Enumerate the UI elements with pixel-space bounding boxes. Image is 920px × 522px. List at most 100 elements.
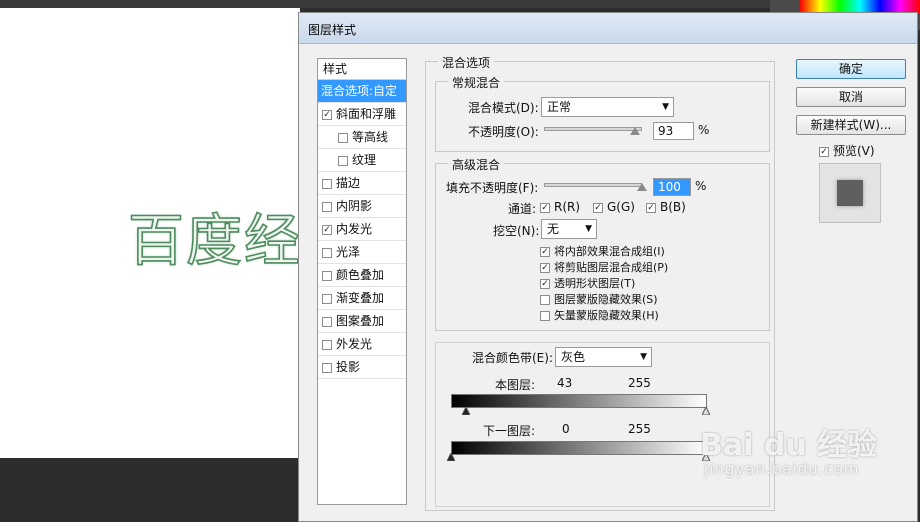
checkbox-icon[interactable] — [322, 201, 332, 212]
channel-r-checkbox[interactable]: ✓ R(R) — [540, 200, 580, 214]
styles-list: 样式 混合选项:自定 ✓ 斜面和浮雕等高线纹理描边内阴影 ✓ 内发光光泽颜色叠加 渐变叠加… — [317, 58, 407, 505]
opacity-slider-track[interactable] — [544, 127, 642, 131]
checkbox-icon[interactable] — [322, 178, 332, 189]
style-item-label: 投影 — [336, 360, 361, 374]
advanced-option-label: 透明形状图层(T) — [554, 277, 636, 290]
underlying-layer-low-value: 0 — [562, 422, 570, 436]
style-item[interactable]: 等高线 — [318, 126, 406, 149]
preview-swatch — [837, 180, 863, 206]
fill-opacity-slider-track[interactable] — [544, 183, 642, 187]
knockout-value: 无 — [547, 222, 560, 236]
baidu-watermark: Bai du 经验 jingyan.baidu.com — [700, 420, 878, 478]
chevron-down-icon: ▼ — [662, 102, 669, 112]
advanced-option-checkbox[interactable]: ✓ 透明形状图层(T) — [540, 275, 635, 291]
style-item-label: 内阴影 — [336, 199, 373, 213]
style-item[interactable]: ✓ 内发光 — [318, 218, 406, 241]
knockout-select[interactable]: 无 ▼ — [541, 219, 597, 239]
styles-header[interactable]: 样式 — [318, 59, 406, 80]
style-item[interactable]: 颜色叠加 — [318, 264, 406, 287]
blend-if-select[interactable]: 灰色 ▼ — [555, 347, 652, 367]
style-item[interactable]: 混合选项:自定 — [318, 80, 406, 103]
advanced-option-label: 将剪贴图层混合成组(P) — [554, 261, 669, 274]
check-icon: ✓ — [646, 202, 656, 213]
style-item-label: 等高线 — [352, 130, 389, 144]
watermark-brand: Bai du 经验 — [700, 428, 878, 463]
advanced-option-checkbox[interactable]: 矢量蒙版隐藏效果(H) — [540, 307, 659, 323]
new-style-button[interactable]: 新建样式(W)... — [796, 115, 906, 135]
this-layer-gradient — [451, 394, 707, 408]
channel-g-checkbox[interactable]: ✓ G(G) — [593, 200, 635, 214]
advanced-blending-group: 高级混合 填充不透明度(F): 100 % 通道: ✓ R(R) ✓ G(G) ✓ B… — [435, 156, 770, 331]
style-preview-thumbnail — [819, 163, 881, 223]
style-item-label: 内发光 — [336, 222, 373, 236]
channel-b-label: B(B) — [660, 200, 686, 214]
preview-checkbox[interactable]: ✓ 预览(V) — [819, 142, 875, 159]
opacity-label: 不透明度(O): — [468, 125, 539, 139]
general-blending-group: 常规混合 混合模式(D): 正常 ▼ 不透明度(O): 93 % — [435, 74, 770, 152]
advanced-option-label: 图层蒙版隐藏效果(S) — [554, 293, 658, 306]
advanced-option-checkbox[interactable]: ✓ 将内部效果混合成组(I) — [540, 243, 665, 259]
checkbox-icon — [540, 311, 550, 321]
advanced-option-checkbox[interactable]: 图层蒙版隐藏效果(S) — [540, 291, 658, 307]
check-icon[interactable]: ✓ — [322, 109, 332, 120]
blend-if-label: 混合颜色带(E): — [472, 351, 553, 365]
blend-if-value: 灰色 — [561, 350, 586, 364]
cancel-button[interactable]: 取消 — [796, 87, 906, 107]
opacity-input[interactable]: 93 — [653, 122, 694, 140]
watermark-url: jingyan.baidu.com — [704, 460, 860, 478]
check-icon: ✓ — [540, 247, 550, 257]
blending-options-title: 混合选项 — [438, 54, 495, 71]
style-item-label: 光泽 — [336, 245, 361, 259]
style-item[interactable]: 内阴影 — [318, 195, 406, 218]
ok-button[interactable]: 确定 — [796, 59, 906, 79]
channel-r-label: R(R) — [554, 200, 581, 214]
checkbox-icon[interactable] — [322, 247, 332, 258]
checkbox-icon[interactable] — [338, 132, 348, 143]
checkbox-icon[interactable] — [322, 339, 332, 350]
channel-b-checkbox[interactable]: ✓ B(B) — [646, 200, 686, 214]
check-icon: ✓ — [819, 146, 829, 157]
fill-opacity-input[interactable]: 100 — [653, 178, 691, 196]
fill-opacity-slider-handle[interactable] — [637, 183, 647, 191]
checkbox-icon — [540, 295, 550, 305]
checkbox-icon[interactable] — [322, 270, 332, 281]
opacity-slider-handle[interactable] — [630, 127, 641, 135]
checkbox-icon[interactable] — [338, 155, 348, 166]
preview-label: 预览(V) — [833, 144, 875, 158]
style-item[interactable]: 投影 — [318, 356, 406, 379]
style-item[interactable]: 纹理 — [318, 149, 406, 172]
underlying-layer-black-stop[interactable] — [447, 453, 455, 461]
checkbox-icon[interactable] — [322, 316, 332, 327]
dialog-title: 图层样式 — [308, 23, 357, 37]
advanced-option-checkbox[interactable]: ✓ 将剪贴图层混合成组(P) — [540, 259, 668, 275]
style-item[interactable]: 描边 — [318, 172, 406, 195]
advanced-blending-title: 高级混合 — [448, 156, 505, 173]
chevron-down-icon: ▼ — [585, 224, 592, 234]
style-item-label: 图案叠加 — [336, 314, 385, 328]
check-icon: ✓ — [540, 202, 550, 213]
underlying-layer-gradient — [451, 441, 707, 455]
checkbox-icon[interactable] — [322, 293, 332, 304]
advanced-option-label: 矢量蒙版隐藏效果(H) — [554, 309, 659, 322]
style-item[interactable]: 外发光 — [318, 333, 406, 356]
canvas-text-layer: 百度经 — [127, 208, 302, 275]
check-icon: ✓ — [593, 202, 603, 213]
this-layer-white-stop[interactable] — [702, 407, 710, 415]
style-item-label: 混合选项:自定 — [321, 84, 398, 98]
this-layer-label: 本图层: — [495, 378, 536, 392]
opacity-percent: % — [698, 123, 710, 137]
blend-mode-select[interactable]: 正常 ▼ — [541, 97, 674, 117]
checkbox-icon[interactable] — [322, 362, 332, 373]
blend-mode-label: 混合模式(D): — [468, 101, 539, 115]
this-layer-black-stop[interactable] — [462, 407, 470, 415]
style-item[interactable]: 渐变叠加 — [318, 287, 406, 310]
chevron-down-icon: ▼ — [640, 352, 647, 362]
underlying-layer-high-value: 255 — [628, 422, 651, 436]
style-item-label: 描边 — [336, 176, 361, 190]
check-icon[interactable]: ✓ — [322, 224, 332, 235]
this-layer-low-value: 43 — [557, 376, 573, 390]
style-item[interactable]: ✓ 斜面和浮雕 — [318, 103, 406, 126]
dialog-titlebar[interactable]: 图层样式 — [299, 13, 917, 44]
style-item[interactable]: 光泽 — [318, 241, 406, 264]
style-item[interactable]: 图案叠加 — [318, 310, 406, 333]
